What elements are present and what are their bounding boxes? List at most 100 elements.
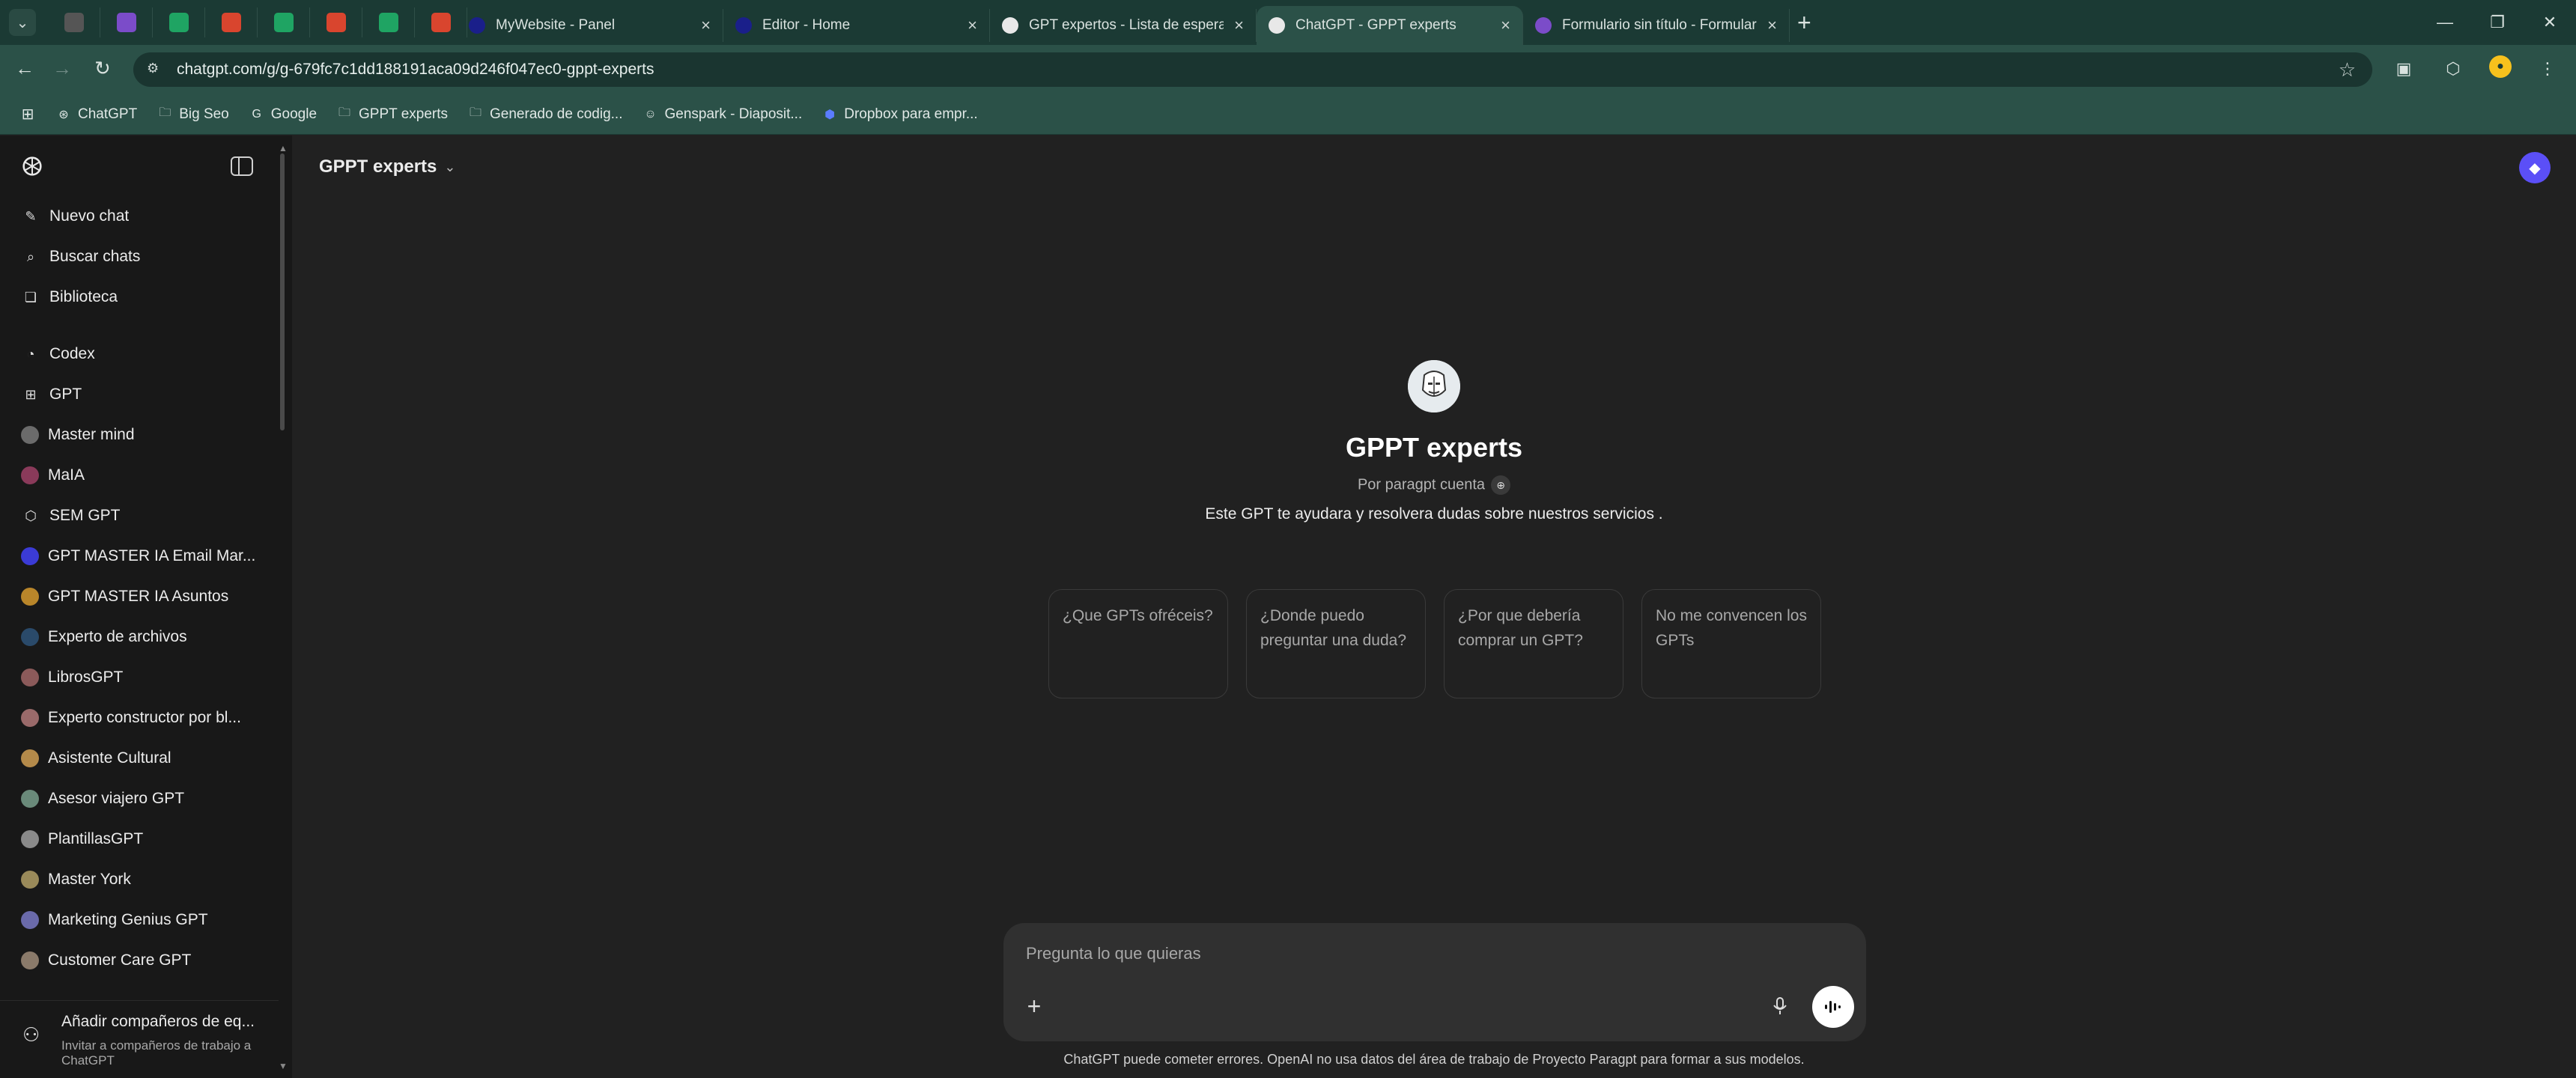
minimize-icon[interactable]: — (2419, 0, 2471, 45)
browser-tab[interactable]: GPT expertos - Lista de espera × (990, 9, 1257, 42)
add-teammates-item[interactable]: ⚇ Añadir compañeros de eq... Invitar a c… (0, 1000, 279, 1078)
extensions-icon[interactable]: ⬡ (2440, 55, 2467, 82)
sidebar-item-label: GPT MASTER IA Email Mar... (48, 547, 256, 564)
bookmark-label: Genspark - Diaposit... (664, 106, 803, 122)
sidebar-scrollbar[interactable]: ▲ ▼ (279, 143, 288, 1071)
chatgpt-icon: ⊛ (58, 108, 69, 121)
bookmark-item[interactable]: ☺ Genspark - Diaposit... (642, 106, 802, 123)
browser-tab[interactable]: MyWebsite - Panel × (457, 9, 723, 42)
gpt-selector-button[interactable]: GPPT experts ⌄ (319, 156, 456, 177)
pinned-tab[interactable] (362, 7, 415, 37)
browser-tab[interactable]: Formulario sin título - Formular × (1523, 9, 1790, 42)
sidebar-item-label: Codex (49, 345, 95, 362)
pinned-tab[interactable] (258, 7, 310, 37)
sidebar-gpt-item[interactable]: GPT MASTER IA Asuntos (21, 582, 261, 612)
grid-icon: ⊞ (25, 386, 37, 402)
sidebar-gpt-item[interactable]: PlantillasGPT (21, 824, 261, 854)
make-icon (326, 13, 346, 32)
sidebar-gpt-item[interactable]: ◔ Codex (21, 339, 261, 369)
sidebar-gpt-item[interactable]: Customer Care GPT (21, 945, 261, 975)
sidebar-gpt-item[interactable]: Master mind (21, 420, 261, 450)
forward-icon[interactable]: → (52, 57, 72, 80)
browser-tab[interactable]: Editor - Home × (723, 9, 990, 42)
bookmark-item[interactable]: 🗀 Generado de codig... (467, 106, 622, 123)
browser-tab[interactable]: ChatGPT - GPPT experts × (1257, 6, 1523, 45)
new-tab-icon[interactable]: + (1797, 9, 1811, 37)
gpt-author: Por paragpt cuenta ⊕ (292, 475, 2576, 495)
browser-toolbar: ← → ↻ ⚙ chatgpt.com/g/g-679fc7c1dd188191… (0, 45, 2576, 94)
close-tab-icon[interactable]: × (1501, 16, 1510, 35)
conversation-starter[interactable]: ¿Por que debería comprar un GPT? (1444, 589, 1623, 698)
tab-search-icon[interactable]: ⌄ (9, 9, 36, 36)
sidebar-item-buscar-chats[interactable]: ⌕ Buscar chats (21, 242, 261, 272)
sidebar-item-biblioteca[interactable]: ❏ Biblioteca (21, 282, 261, 312)
bookmark-item[interactable]: ⊛ ChatGPT (55, 106, 137, 123)
sidebar-item-nuevo-chat[interactable]: ✎ Nuevo chat (21, 201, 261, 231)
sidebar-gpt-item[interactable]: Experto constructor por bl... (21, 703, 261, 733)
close-sidebar-icon[interactable] (231, 156, 253, 176)
sidebar-gpt-item[interactable]: Asistente Cultural (21, 743, 261, 773)
sidebar-gpt-item[interactable]: ⊞ GPT (21, 380, 261, 409)
folder-icon: 🗀 (470, 106, 482, 119)
bookmark-item[interactable]: G Google (249, 106, 318, 123)
close-tab-icon[interactable]: × (1234, 16, 1244, 35)
pinned-tab[interactable] (205, 7, 258, 37)
sidebar-gpt-item[interactable]: MaIA (21, 460, 261, 490)
bookmark-item[interactable]: ⬢ Dropbox para empr... (821, 106, 977, 123)
pinned-tab[interactable] (100, 7, 153, 37)
sidebar-gpt-item[interactable]: LibrosGPT (21, 663, 261, 692)
upgrade-diamond-icon[interactable]: ◆ (2519, 152, 2551, 183)
menu-kebab-icon[interactable]: ⋮ (2534, 55, 2561, 82)
profile-avatar[interactable]: ● (2489, 55, 2512, 78)
gpt-avatar-icon (21, 426, 39, 444)
gpt-avatar-icon (21, 466, 39, 484)
main-area: GPPT experts ⌄ ◆ GPPT experts Por paragp… (292, 135, 2576, 1078)
sidebar-item-label: Master mind (48, 426, 135, 443)
pinned-tab[interactable] (48, 7, 100, 37)
bookmark-item[interactable]: 🗀 Big Seo (157, 106, 229, 123)
microphone-icon[interactable] (1764, 990, 1796, 1022)
sidebar-item-label: Nuevo chat (49, 207, 130, 225)
sidebar-item-label: Buscar chats (49, 248, 141, 265)
globe-icon[interactable]: ⊕ (1491, 475, 1511, 495)
sidebar-gpt-item[interactable]: Experto de archivos (21, 622, 261, 652)
voice-mode-icon[interactable] (1812, 986, 1854, 1028)
close-window-icon[interactable]: ✕ (2524, 0, 2576, 45)
close-tab-icon[interactable]: × (1767, 16, 1777, 35)
sidebar-item-label: Experto constructor por bl... (48, 709, 241, 726)
forms-icon (116, 13, 136, 32)
reload-icon[interactable]: ↻ (94, 57, 111, 80)
back-icon[interactable]: ← (15, 57, 34, 80)
apps-icon[interactable]: ⊞ (19, 106, 36, 123)
add-attachment-icon[interactable]: + (1018, 990, 1050, 1022)
add-teammates-title: Añadir compañeros de eq... (61, 1013, 255, 1030)
sidebar-gpt-item[interactable]: ⬡ SEM GPT (21, 501, 261, 531)
conversation-starter[interactable]: ¿Que GPTs ofréceis? (1048, 589, 1228, 698)
close-tab-icon[interactable]: × (967, 16, 977, 35)
sidebar-item-label: SEM GPT (49, 507, 121, 524)
close-tab-icon[interactable]: × (701, 16, 711, 35)
chatgpt-icon (1269, 17, 1285, 34)
prompt-input[interactable]: Pregunta lo que quieras (1026, 944, 1201, 963)
composer[interactable]: Pregunta lo que quieras + (1003, 923, 1866, 1041)
pinned-tab[interactable] (310, 7, 362, 37)
sidebar-panel-icon[interactable]: ▣ (2390, 55, 2417, 82)
bookmark-star-icon[interactable]: ☆ (2339, 58, 2356, 82)
gpt-avatar-icon (21, 547, 39, 565)
gpt-avatar (1408, 360, 1460, 412)
tab-title: ChatGPT - GPPT experts (1295, 17, 1456, 33)
site-info-icon[interactable]: ⚙ (147, 61, 165, 79)
sidebar-gpt-item[interactable]: Marketing Genius GPT (21, 905, 261, 935)
bookmark-item[interactable]: 🗀 GPPT experts (336, 106, 448, 123)
openai-logo-icon[interactable] (19, 153, 45, 179)
conversation-starter[interactable]: No me convencen los GPTs (1641, 589, 1821, 698)
sidebar-item-label: Customer Care GPT (48, 951, 192, 969)
conversation-starter[interactable]: ¿Donde puedo preguntar una duda? (1246, 589, 1426, 698)
restore-icon[interactable]: ❐ (2471, 0, 2524, 45)
address-bar[interactable]: ⚙ chatgpt.com/g/g-679fc7c1dd188191aca09d… (133, 52, 2372, 87)
pinned-tab[interactable] (153, 7, 205, 37)
google-icon: G (252, 107, 261, 121)
sidebar-gpt-item[interactable]: GPT MASTER IA Email Mar... (21, 541, 261, 571)
sidebar-gpt-item[interactable]: Master York (21, 865, 261, 895)
sidebar-gpt-item[interactable]: Asesor viajero GPT (21, 784, 261, 814)
